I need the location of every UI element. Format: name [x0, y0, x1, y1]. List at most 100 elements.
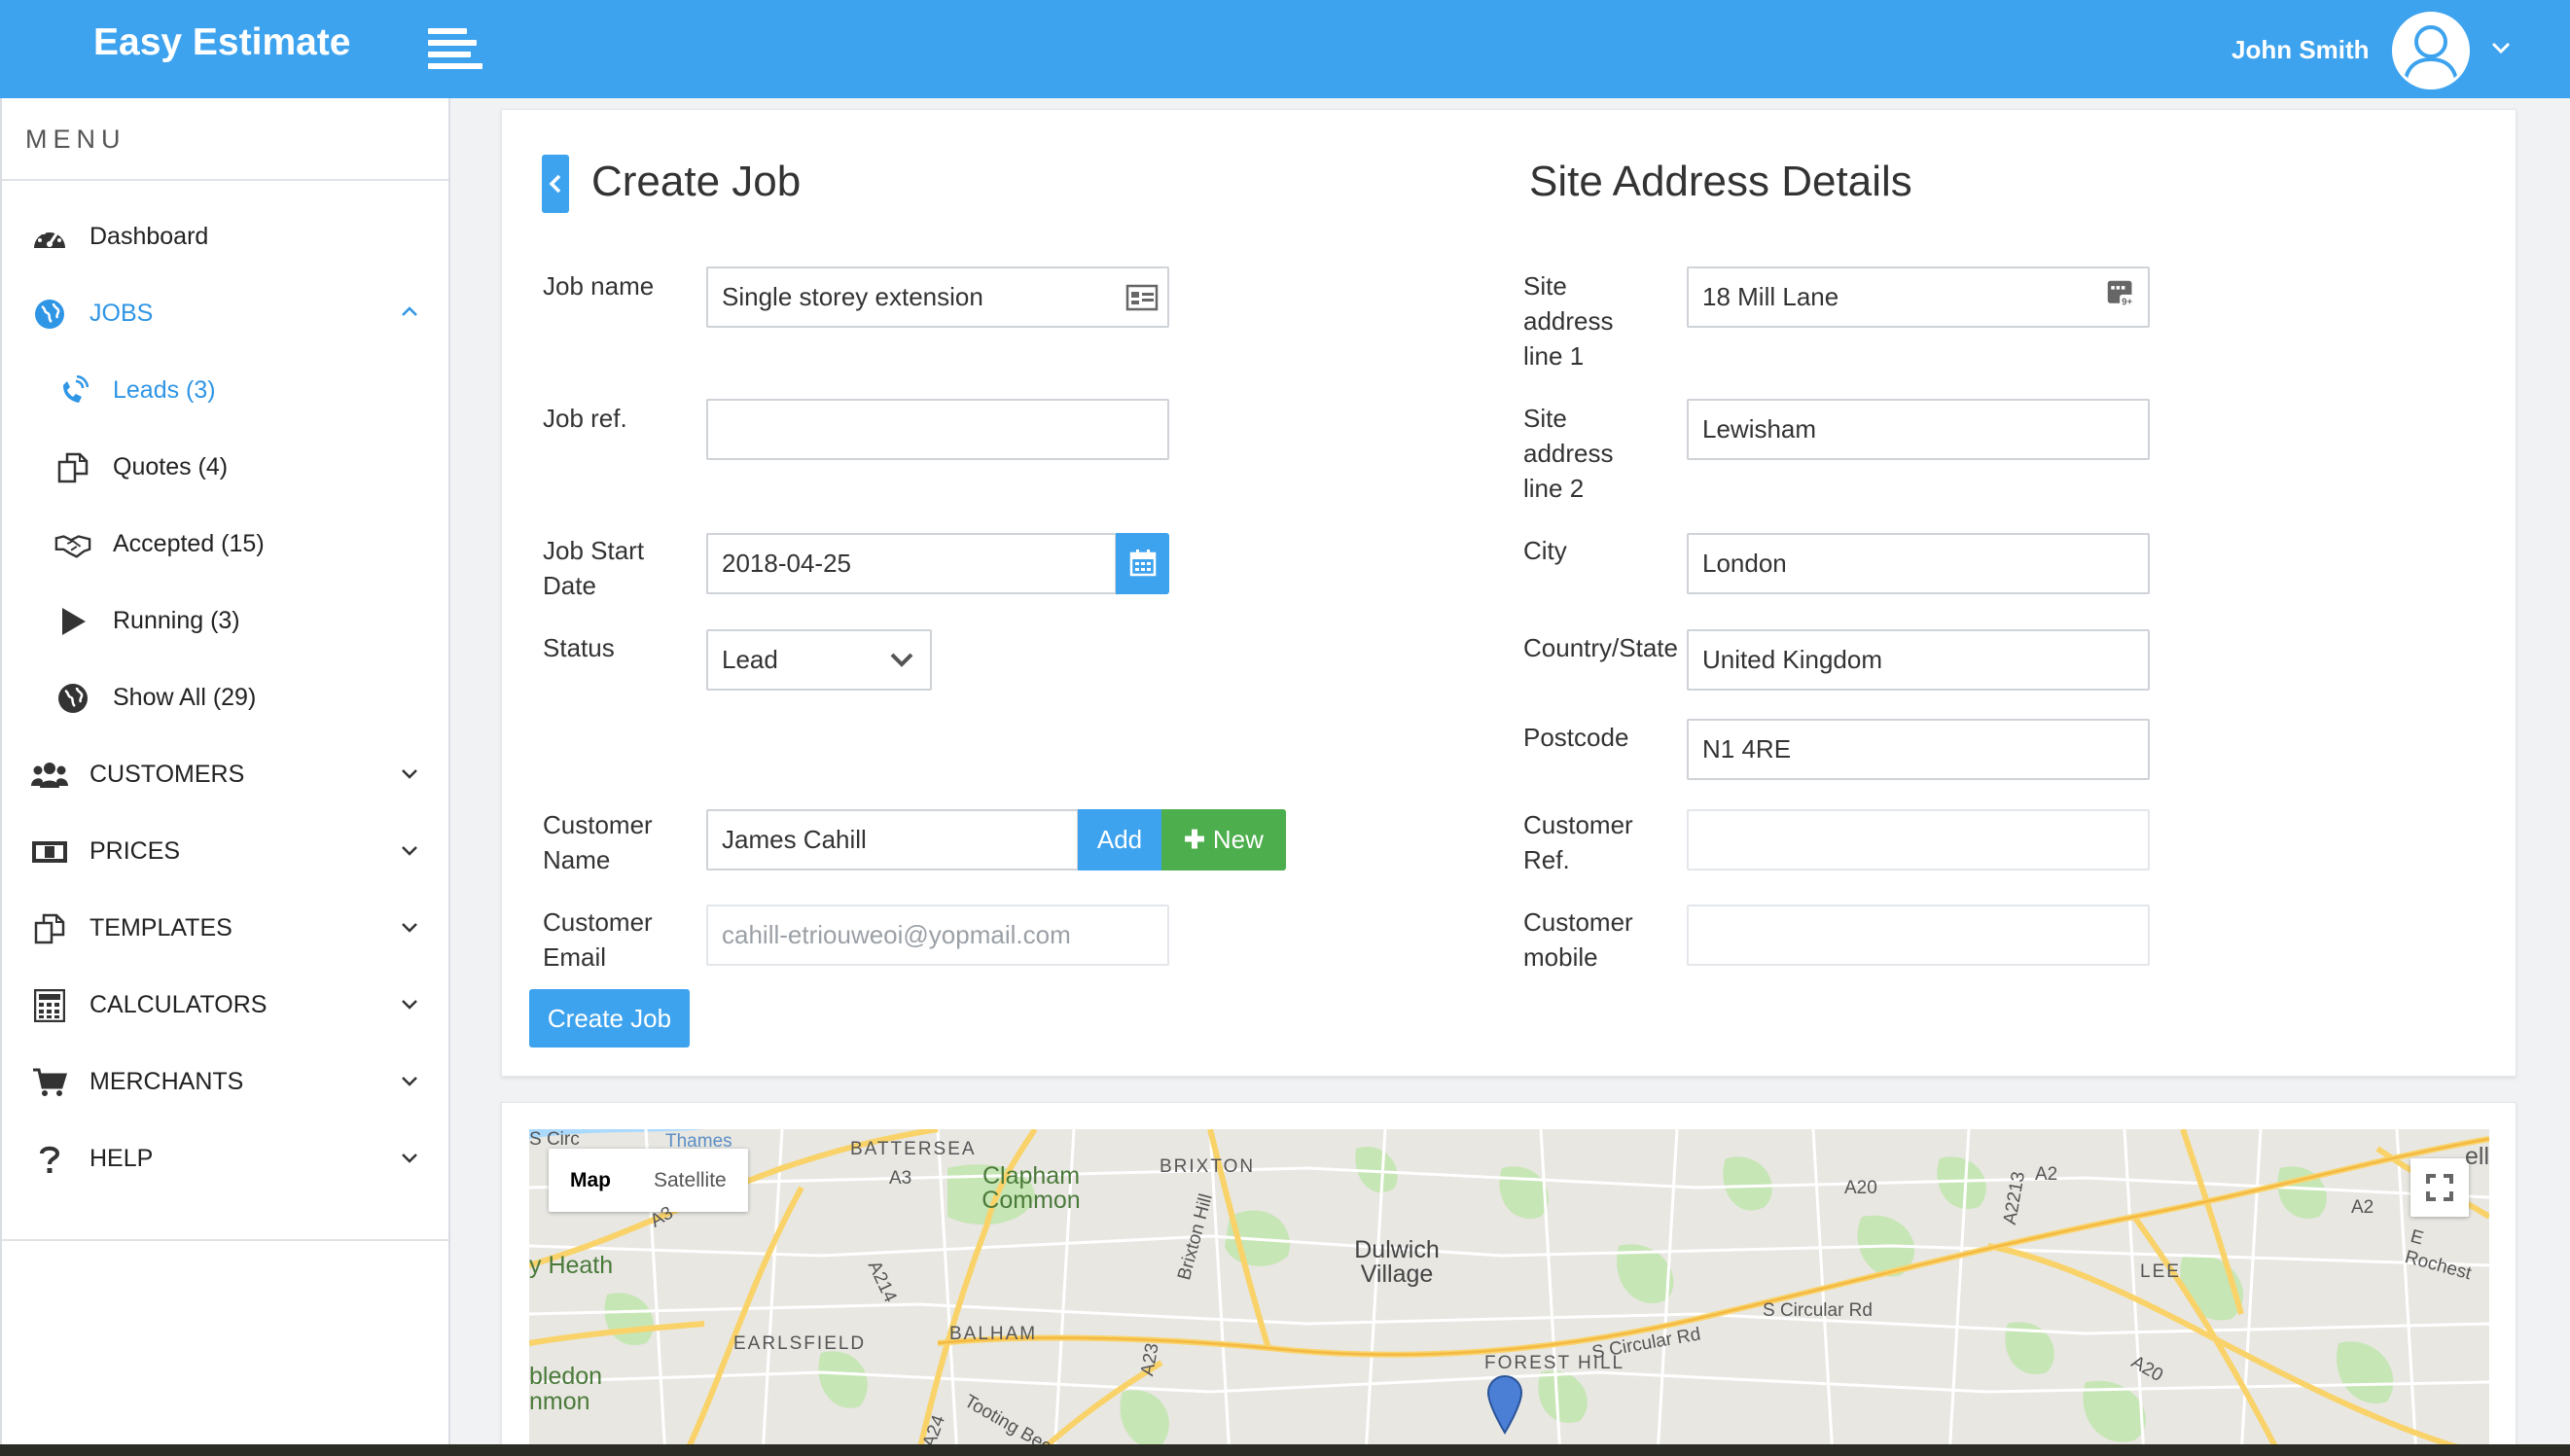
status-label: Status: [543, 633, 615, 662]
fullscreen-button[interactable]: [2410, 1158, 2469, 1217]
sidebar-item-label: MERCHANTS: [89, 1068, 244, 1095]
customer-email-input[interactable]: [706, 905, 1169, 966]
sidebar-item-show-all[interactable]: Show All (29): [2, 659, 448, 736]
map-label: A2: [2351, 1197, 2374, 1218]
job-ref-input[interactable]: [706, 399, 1169, 460]
chevron-down-icon: [402, 846, 417, 856]
map[interactable]: Map Satellite BATTERSEA Clapham Common B…: [529, 1129, 2489, 1456]
menu-toggle-icon[interactable]: [428, 28, 482, 71]
customer-mobile-label: Customer mobile: [1523, 907, 1633, 972]
chevron-down-icon: [402, 1077, 417, 1086]
brand-logo[interactable]: Easy Estimate: [93, 21, 351, 64]
map-label: BATTERSEA: [850, 1139, 977, 1159]
sidebar-item-label: Quotes (4): [113, 453, 229, 480]
map-label: EARLSFIELD: [733, 1333, 867, 1354]
chevron-down-icon[interactable]: [2490, 37, 2512, 58]
sidebar-item-prices[interactable]: PRICES: [2, 813, 448, 890]
chevron-up-icon: [402, 306, 417, 316]
city-input[interactable]: [1687, 533, 2150, 594]
sidebar-item-label: Leads (3): [113, 376, 216, 404]
divider: [2, 1239, 448, 1241]
sidebar-item-help[interactable]: HELP: [2, 1120, 448, 1197]
add-customer-button[interactable]: Add: [1078, 809, 1161, 870]
copy-icon: [54, 449, 91, 486]
chevron-down-icon: [402, 769, 417, 779]
map-label: S Circular Rd: [1763, 1300, 1873, 1321]
map-label: y Heath: [529, 1252, 614, 1279]
country-input[interactable]: [1687, 629, 2150, 691]
sidebar-item-leads[interactable]: Leads (3): [2, 352, 448, 429]
map-label: LEE: [2140, 1261, 2181, 1282]
sidebar-item-label: TEMPLATES: [89, 914, 232, 941]
site-address-2-label: Site address line 2: [1523, 404, 1614, 503]
avatar[interactable]: [2392, 12, 2470, 89]
address-lookup-icon[interactable]: 9+: [2104, 279, 2137, 308]
fullscreen-icon: [2426, 1174, 2453, 1201]
phone-icon: [54, 373, 91, 409]
calculator-icon: [31, 987, 68, 1024]
map-label: Dulwich Village: [1354, 1236, 1440, 1288]
sidebar-item-merchants[interactable]: MERCHANTS: [2, 1044, 448, 1120]
site-address-1-input[interactable]: [1687, 266, 2150, 328]
map-type-map[interactable]: Map: [549, 1149, 632, 1212]
map-label: bledon: [529, 1363, 603, 1390]
globe-icon: [54, 680, 91, 717]
sidebar-item-label: HELP: [89, 1145, 154, 1172]
sidebar-item-label: Show All (29): [113, 684, 257, 711]
sidebar-item-quotes[interactable]: Quotes (4): [2, 429, 448, 506]
sidebar-item-customers[interactable]: CUSTOMERS: [2, 736, 448, 813]
page-title: Create Job: [591, 158, 802, 205]
customer-name-input[interactable]: [706, 809, 1079, 870]
sidebar-item-label: CALCULATORS: [89, 991, 268, 1018]
sidebar-item-label: JOBS: [89, 300, 154, 327]
chevron-down-icon: [402, 1000, 417, 1010]
map-label: A3: [889, 1168, 912, 1189]
map-label: A2: [2035, 1164, 2058, 1185]
sidebar-item-running[interactable]: Running (3): [2, 583, 448, 659]
customer-email-label: Customer Email: [543, 907, 653, 972]
map-label: BALHAM: [949, 1324, 1038, 1344]
menu-title: MENU: [2, 98, 448, 181]
status-select[interactable]: Lead: [706, 629, 932, 691]
customer-mobile-input[interactable]: [1687, 905, 2150, 966]
new-label: New: [1212, 825, 1264, 854]
chevron-left-icon: [549, 174, 561, 194]
section-title: Site Address Details: [1529, 158, 1912, 205]
job-name-input[interactable]: [706, 266, 1169, 328]
top-bar: Easy Estimate John Smith: [0, 0, 2570, 98]
map-label: Clapham Common: [982, 1162, 1081, 1214]
plus-icon: ✚: [1184, 825, 1205, 854]
map-pin-icon[interactable]: [1485, 1374, 1524, 1437]
sidebar-item-label: CUSTOMERS: [89, 761, 245, 788]
map-label: S Circ: [529, 1129, 580, 1150]
money-icon: [31, 834, 68, 870]
country-label: Country/State: [1523, 633, 1678, 662]
sidebar-item-label: Accepted (15): [113, 530, 265, 557]
chevron-down-icon: [402, 1154, 417, 1163]
site-address-2-input[interactable]: [1687, 399, 2150, 460]
create-job-button[interactable]: Create Job: [529, 989, 690, 1048]
bottom-strip: [0, 1444, 2570, 1456]
id-card-icon[interactable]: [1125, 283, 1159, 312]
sidebar-item-accepted[interactable]: Accepted (15): [2, 506, 448, 583]
postcode-label: Postcode: [1523, 723, 1629, 752]
sidebar-item-dashboard[interactable]: Dashboard: [2, 198, 448, 275]
map-label: BRIXTON: [1160, 1156, 1256, 1177]
date-picker-button[interactable]: [1116, 533, 1169, 594]
job-start-date-input[interactable]: [706, 533, 1117, 594]
cart-icon: [31, 1064, 68, 1101]
job-start-label: Job Start Date: [543, 536, 645, 600]
chevron-down-icon: [402, 923, 417, 933]
postcode-input[interactable]: [1687, 719, 2150, 780]
sidebar-item-jobs[interactable]: JOBS: [2, 275, 448, 352]
back-button[interactable]: [542, 155, 569, 213]
users-icon: [31, 757, 68, 794]
map-type-satellite[interactable]: Satellite: [632, 1149, 748, 1212]
customer-ref-input[interactable]: [1687, 809, 2150, 870]
new-customer-button[interactable]: ✚ New: [1161, 809, 1286, 870]
sidebar-item-templates[interactable]: TEMPLATES: [2, 890, 448, 967]
sidebar-item-calculators[interactable]: CALCULATORS: [2, 967, 448, 1044]
user-name[interactable]: John Smith: [2231, 35, 2370, 65]
customer-ref-label: Customer Ref.: [1523, 810, 1633, 874]
question-icon: [31, 1141, 68, 1178]
